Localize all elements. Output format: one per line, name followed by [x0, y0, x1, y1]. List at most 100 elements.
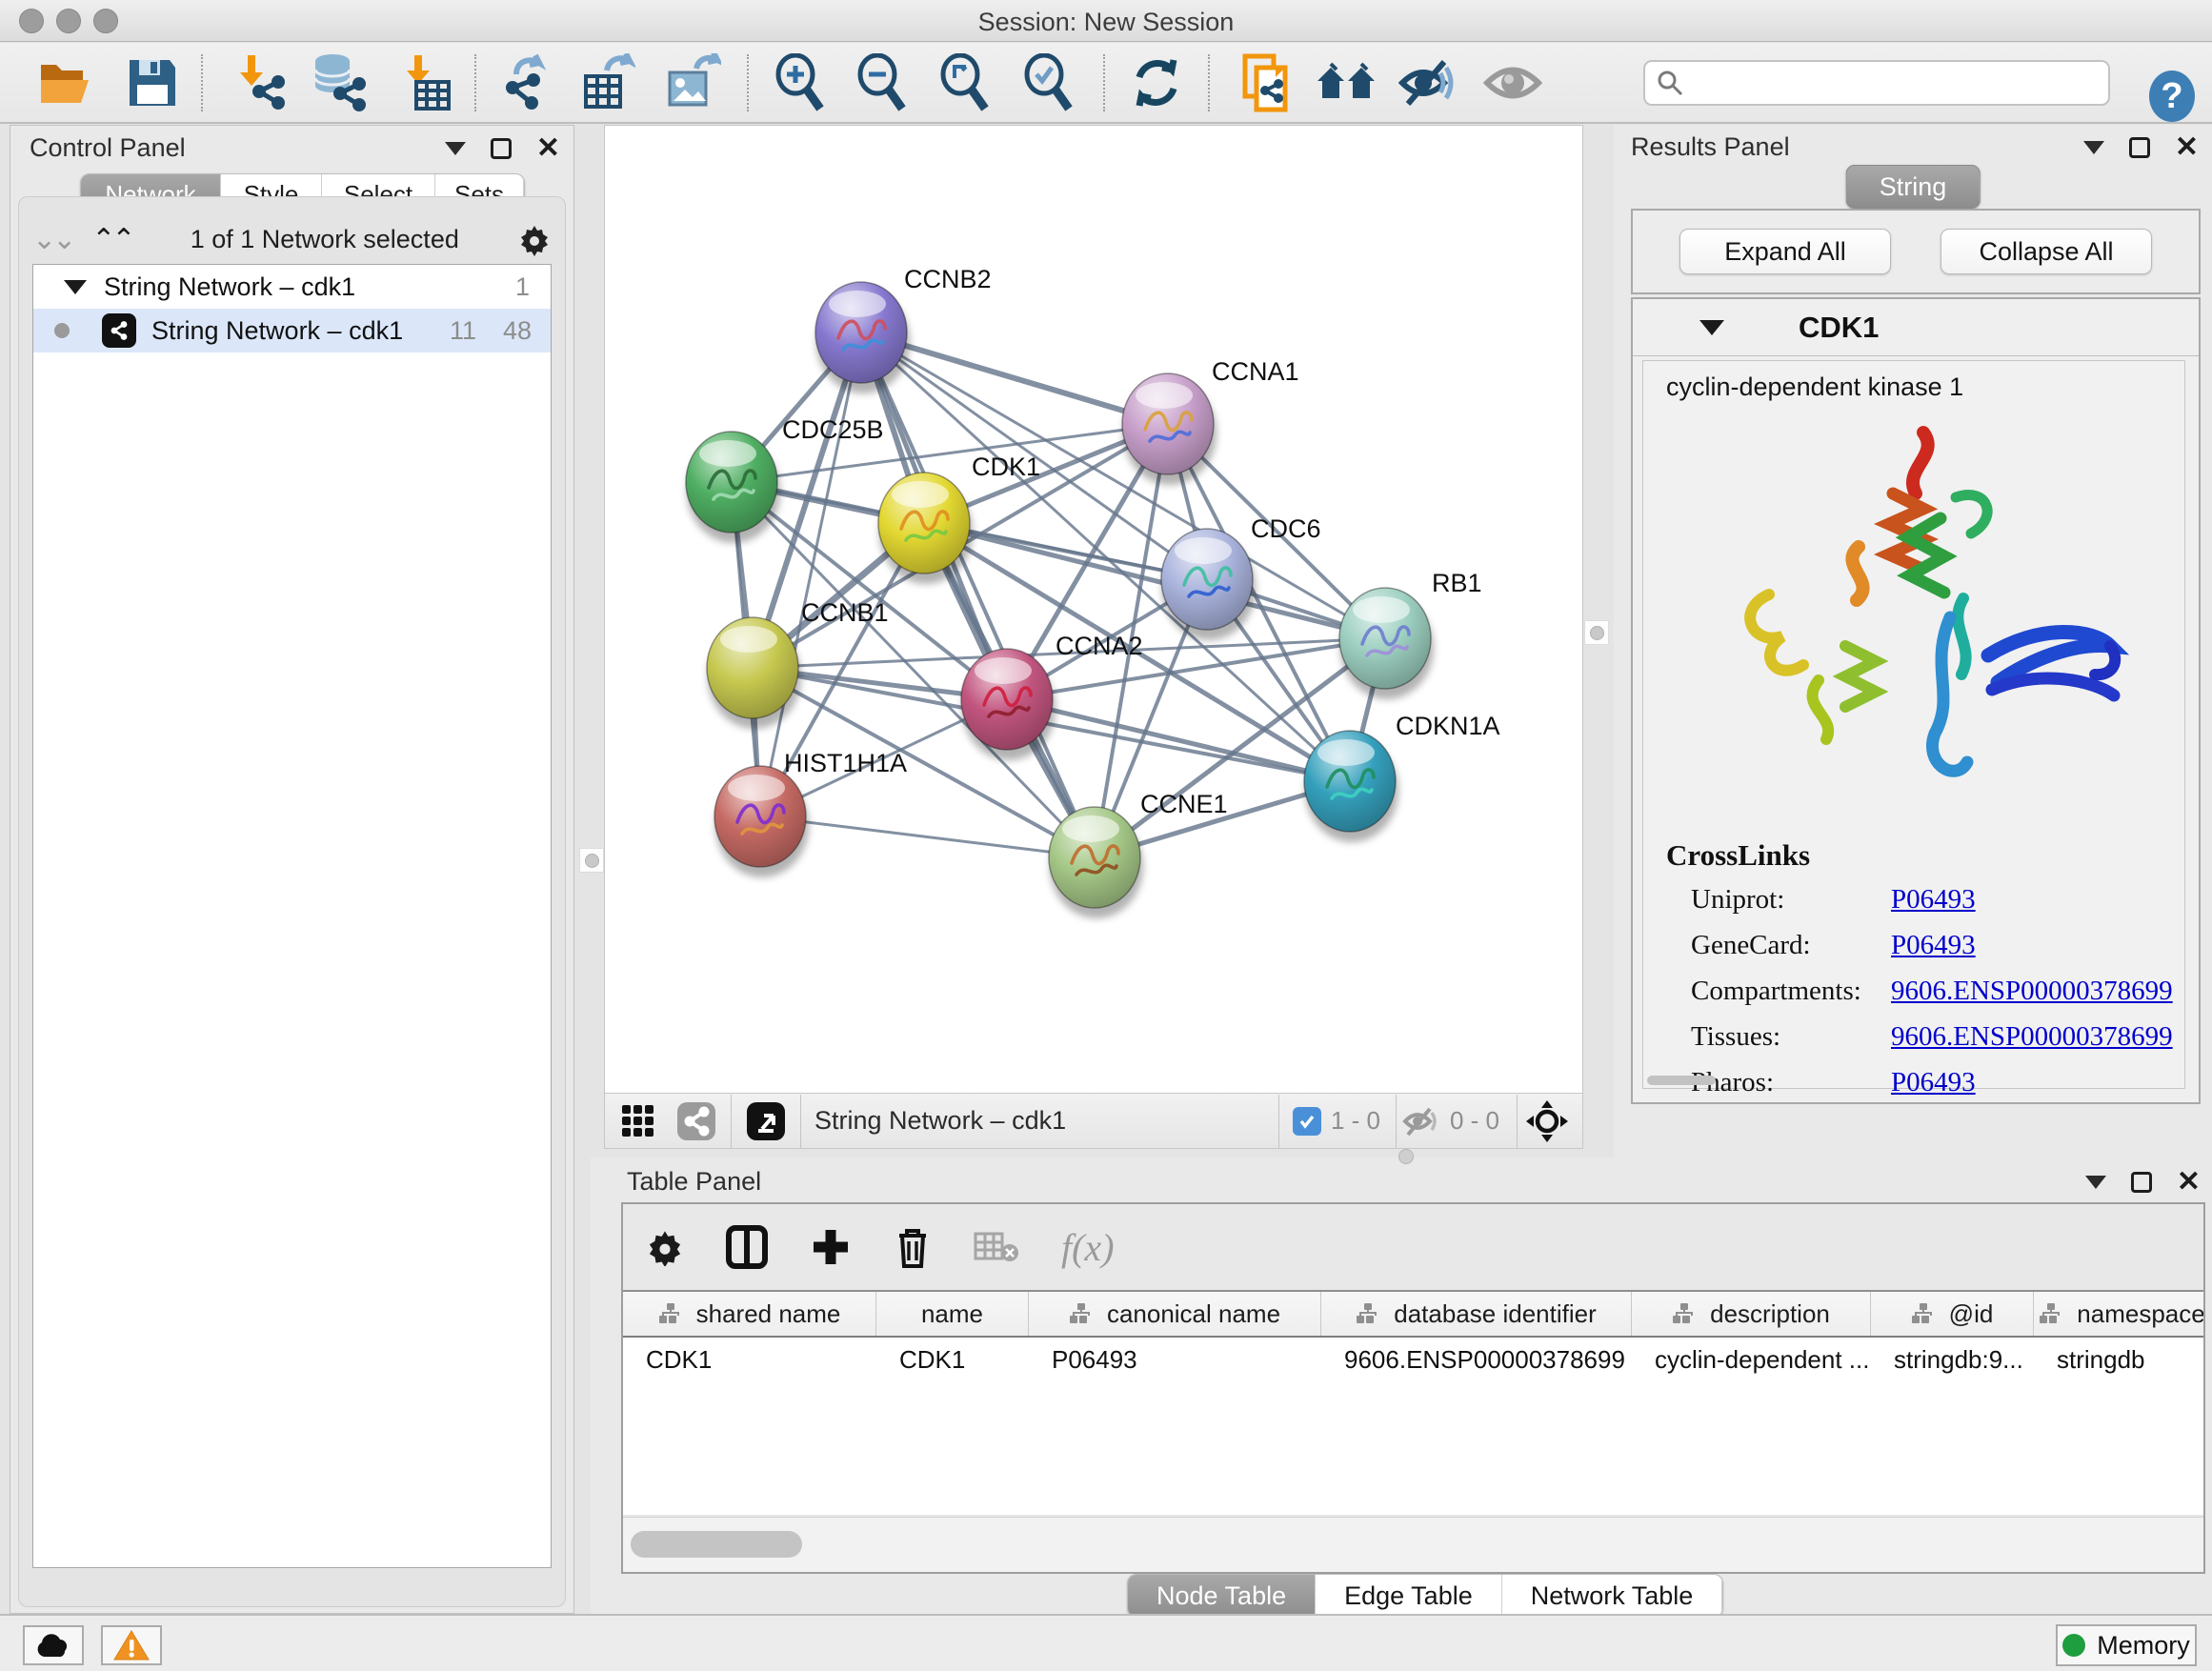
cloud-icon: [34, 1632, 72, 1659]
column-header-database-identifier[interactable]: database identifier: [1321, 1292, 1632, 1336]
node-CCNE1[interactable]: [1049, 807, 1143, 918]
table-cell: CDK1: [623, 1338, 876, 1381]
node-CDC6[interactable]: [1161, 529, 1256, 640]
crosslink-link[interactable]: P06493: [1891, 926, 1976, 964]
node-CDKN1A[interactable]: [1304, 731, 1398, 842]
table-hscrollbar[interactable]: [623, 1517, 2203, 1572]
add-column-icon[interactable]: [810, 1226, 852, 1268]
show-graphics-details-icon[interactable]: [675, 1100, 717, 1142]
show-all-icon[interactable]: [1483, 61, 1542, 105]
section-collapse-icon[interactable]: [1699, 320, 1724, 335]
node-CCNB1[interactable]: [707, 617, 801, 729]
selected-nodes-checkbox[interactable]: [1293, 1107, 1321, 1136]
left-splitter-handle[interactable]: [579, 848, 604, 873]
save-session-icon[interactable]: [126, 56, 179, 110]
collapse-all-networks-icon[interactable]: ⌄⌄: [32, 223, 72, 256]
tab-edge-table[interactable]: Edge Table: [1316, 1575, 1502, 1617]
node-navigation-icon[interactable]: [1525, 1099, 1569, 1143]
bottom-splitter-handle[interactable]: [1398, 1149, 1414, 1164]
node-table-grid: shared namenamecanonical namedatabase id…: [623, 1290, 2203, 1515]
copy-view-icon[interactable]: [1239, 52, 1295, 113]
open-in-browser-icon[interactable]: [745, 1100, 787, 1142]
search-box[interactable]: [1643, 60, 2110, 106]
network-collection-row[interactable]: String Network – cdk1 1: [33, 265, 551, 309]
network-icon: [102, 313, 136, 348]
zoom-out-icon[interactable]: [855, 53, 910, 112]
collection-count: 1: [515, 272, 530, 302]
network-canvas[interactable]: CCNB2CCNA1CDC25BCDK1CDC6RB1CCNB1CCNA2CDK…: [604, 125, 1583, 1094]
refresh-icon[interactable]: [1130, 56, 1183, 110]
table-row[interactable]: CDK1CDK1P064939606.ENSP00000378699cyclin…: [623, 1338, 2203, 1381]
panel-menu-icon[interactable]: [2085, 1176, 2106, 1189]
export-table-icon[interactable]: [578, 53, 635, 112]
close-panel-icon[interactable]: ✕: [2177, 1172, 2201, 1193]
crosslink-label: Pharos:: [1691, 1063, 1891, 1101]
import-network-file-icon[interactable]: [231, 53, 288, 112]
right-splitter-handle[interactable]: [1584, 620, 1609, 645]
memory-button[interactable]: Memory: [2056, 1624, 2197, 1666]
node-CDC25B[interactable]: [686, 432, 780, 543]
collection-expand-icon[interactable]: [64, 280, 87, 294]
crosslinks-title: CrossLinks: [1666, 838, 2184, 873]
import-network-database-icon[interactable]: [308, 53, 369, 112]
hidden-eye-slash-icon: [1402, 1105, 1440, 1137]
panel-menu-icon[interactable]: [445, 142, 466, 155]
node-CCNB2[interactable]: [815, 282, 910, 393]
panel-menu-icon[interactable]: [2083, 141, 2104, 154]
expand-all-button[interactable]: Expand All: [1679, 229, 1891, 274]
export-image-icon[interactable]: [664, 53, 721, 112]
crosslink-link[interactable]: P06493: [1891, 880, 1976, 918]
zoom-fit-icon[interactable]: [937, 53, 993, 112]
node-CDK1[interactable]: [878, 473, 973, 584]
collapse-all-button[interactable]: Collapse All: [1941, 229, 2152, 274]
show-column-icon[interactable]: [726, 1225, 768, 1269]
network-row[interactable]: String Network – cdk1 11 48: [33, 309, 551, 352]
close-panel-icon[interactable]: ✕: [2175, 137, 2199, 158]
table-cell: stringdb:9...: [1871, 1338, 2034, 1381]
column-header--id[interactable]: @id: [1871, 1292, 2034, 1336]
tab-string[interactable]: String: [1846, 165, 1981, 209]
network-node-count: 11: [450, 316, 476, 346]
protein-structure-image: [1685, 406, 2142, 825]
export-network-icon[interactable]: [497, 53, 556, 112]
open-session-icon[interactable]: [37, 57, 96, 109]
float-panel-icon[interactable]: [2131, 1172, 2152, 1193]
network-options-gear-icon[interactable]: [517, 222, 552, 256]
column-header-namespace[interactable]: namespace: [2034, 1292, 2203, 1336]
column-header-description[interactable]: description: [1632, 1292, 1871, 1336]
help-icon[interactable]: ?: [2145, 70, 2199, 123]
zoom-selected-icon[interactable]: [1021, 53, 1076, 112]
table-hscroll-thumb[interactable]: [631, 1531, 802, 1558]
node-RB1[interactable]: [1339, 588, 1434, 699]
close-panel-icon[interactable]: ✕: [536, 138, 560, 159]
delete-column-icon[interactable]: [894, 1224, 932, 1270]
warnings-button[interactable]: [101, 1625, 162, 1665]
cloud-status-button[interactable]: [23, 1625, 84, 1665]
node-CCNA1[interactable]: [1122, 373, 1217, 485]
crosslink-link[interactable]: P06493: [1891, 1063, 1976, 1101]
protein-section-header[interactable]: CDK1: [1633, 299, 2199, 356]
tab-node-table[interactable]: Node Table: [1128, 1575, 1316, 1617]
hide-selected-icon[interactable]: [1398, 56, 1458, 110]
first-neighbors-icon[interactable]: [1316, 58, 1377, 108]
search-input[interactable]: [1683, 70, 2083, 97]
node-HIST1H1A[interactable]: [714, 766, 809, 877]
tab-network-table[interactable]: Network Table: [1502, 1575, 1723, 1617]
node-CCNA2[interactable]: [961, 649, 1056, 760]
network-graph[interactable]: CCNB2CCNA1CDC25BCDK1CDC6RB1CCNB1CCNA2CDK…: [605, 126, 1582, 1093]
birds-eye-view-icon[interactable]: [620, 1103, 656, 1139]
column-header-name[interactable]: name: [876, 1292, 1029, 1336]
network-edges[interactable]: [732, 332, 1385, 857]
expand-all-networks-icon[interactable]: ⌃⌃: [91, 223, 131, 256]
import-table-file-icon[interactable]: [399, 53, 452, 112]
float-panel-icon[interactable]: [491, 138, 512, 159]
zoom-in-icon[interactable]: [773, 53, 828, 112]
column-header-canonical-name[interactable]: canonical name: [1029, 1292, 1321, 1336]
column-header-shared-name[interactable]: shared name: [623, 1292, 876, 1336]
crosslink-link[interactable]: 9606.ENSP00000378699: [1891, 1017, 2173, 1056]
results-hscroll-thumb[interactable]: [1647, 1076, 1716, 1085]
crosslink-link[interactable]: 9606.ENSP00000378699: [1891, 972, 2173, 1010]
float-panel-icon[interactable]: [2129, 137, 2150, 158]
network-selection-status: 1 of 1 Network selected: [132, 225, 517, 254]
table-options-gear-icon[interactable]: [646, 1228, 684, 1266]
